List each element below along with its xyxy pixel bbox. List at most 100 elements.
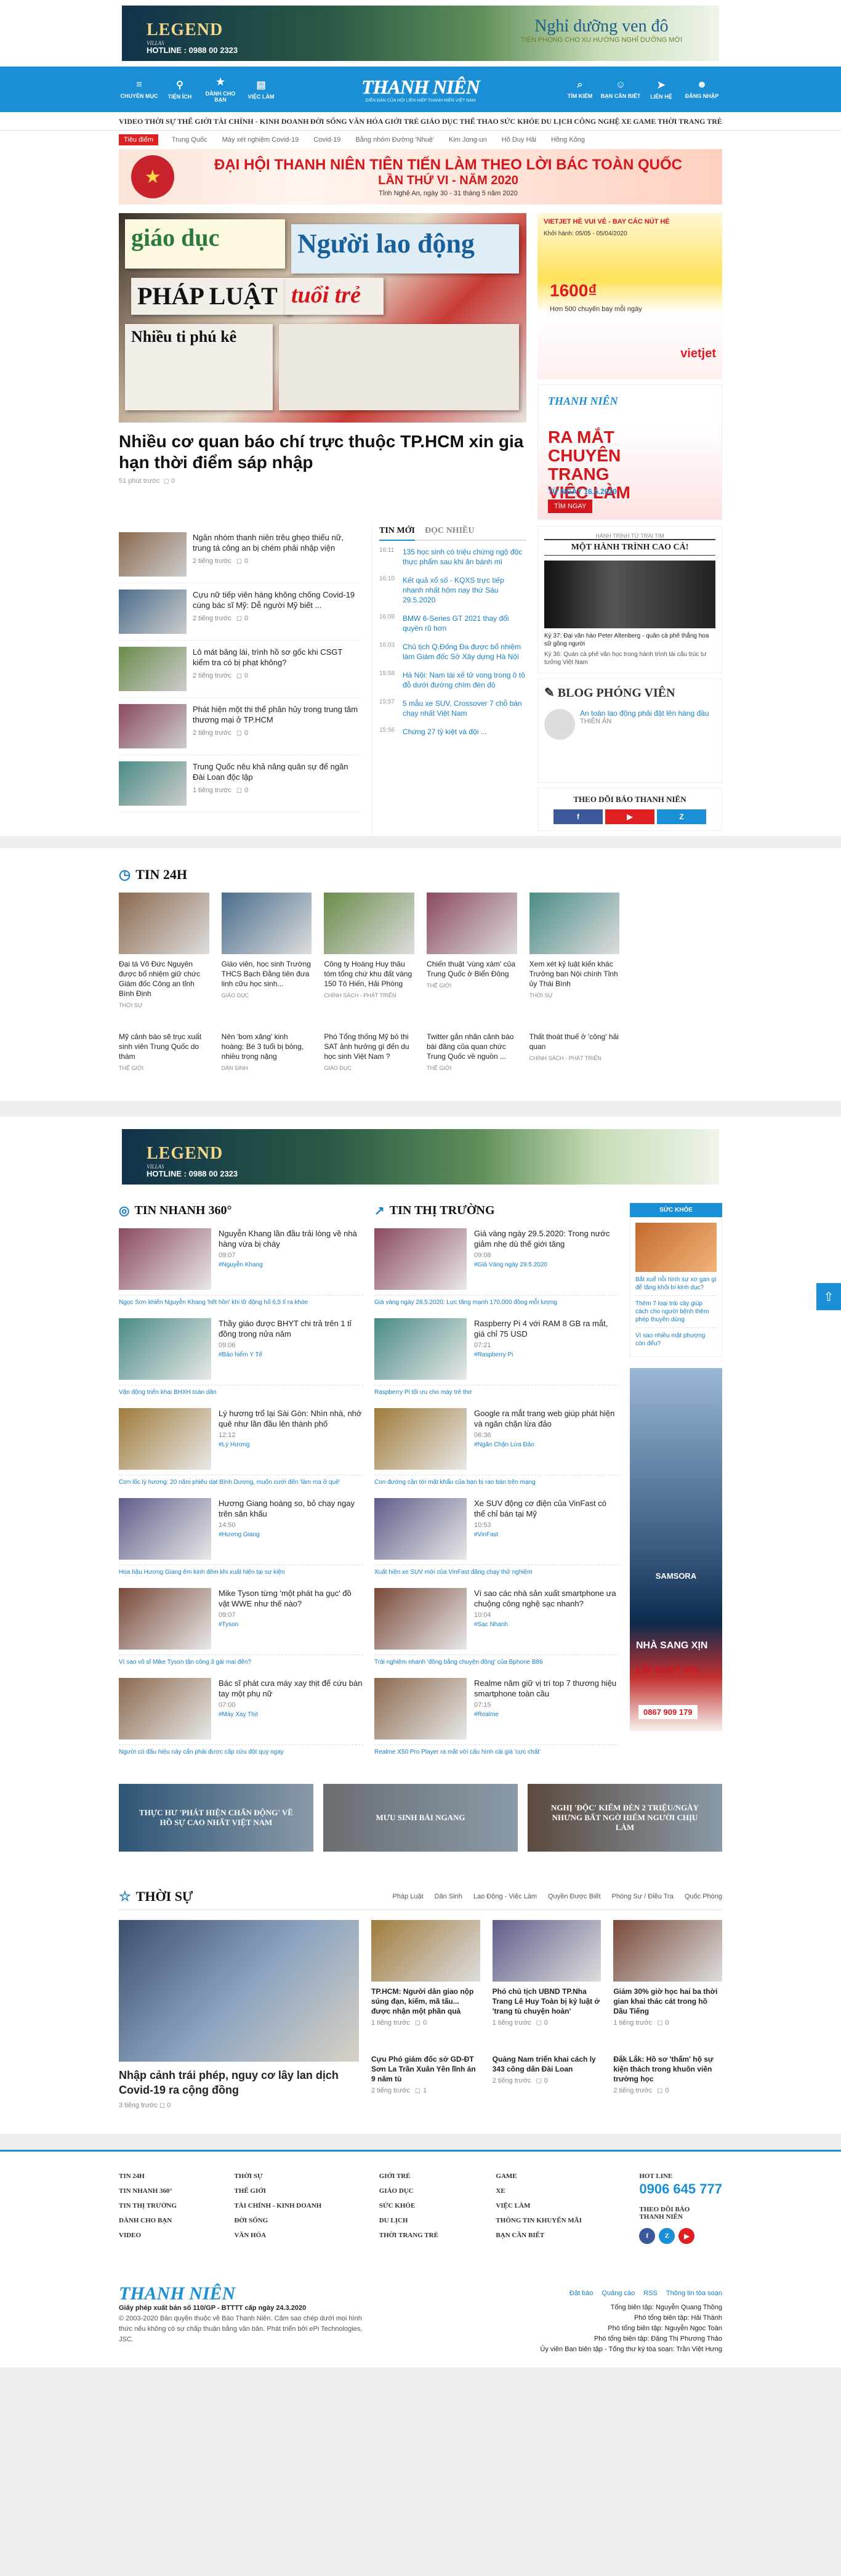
news-card-category[interactable]: THỜI SỰ [529, 992, 620, 998]
news-card-category[interactable]: DÂN SINH [222, 1065, 312, 1071]
footer-link[interactable]: DÀNH CHO BẠN [119, 2217, 177, 2224]
related-link[interactable]: Hoa hậu Hương Giang êm kinh đêm khi xuất… [119, 1565, 363, 1576]
footer-logo[interactable]: THANH NIÊN [119, 2285, 365, 2303]
latest-title[interactable]: 135 học sinh có triệu chứng ngộ độc thực… [403, 547, 526, 567]
news-card[interactable]: Twitter gắn nhãn cảnh báo bài đăng của q… [427, 1032, 517, 1082]
thoisu-card-title[interactable]: Quảng Nam triển khai cách ly 343 công dâ… [493, 2054, 602, 2074]
promo-banner[interactable]: THỰC HƯ 'PHÁT HIỆN CHẤN ĐỘNG' VỀ HỒ SỰ C… [119, 1784, 313, 1852]
tab-most-read[interactable]: ĐỌC NHIỀU [425, 526, 475, 536]
thoisu-link[interactable]: Lao Động - Việc Làm [473, 1893, 537, 1900]
nav-item[interactable]: DU LỊCH [541, 117, 573, 126]
promo-banner[interactable]: NGHỊ 'ĐỘC' KIỂM ĐÈN 2 TRIỆU/NGÀY NHƯNG B… [528, 1784, 722, 1852]
hero-title[interactable]: Nhiều cơ quan báo chí trực thuộc TP.HCM … [119, 431, 526, 473]
thoisu-title[interactable]: THỜI SỰ [136, 1889, 193, 1905]
news-card[interactable]: Xem xét kỷ luật kiến khác Trưởng ban Nội… [529, 893, 620, 1019]
footer-link[interactable]: THÔNG TIN KHUYẾN MÃI [496, 2217, 581, 2224]
news-item-row[interactable]: Raspberry Pi 4 với RAM 8 GB ra mắt, giá … [374, 1318, 619, 1380]
news-item-title[interactable]: Nguyễn Khang lần đầu trải lòng về nhà hà… [219, 1228, 363, 1249]
news-item-row[interactable]: Hương Giang hoàng so, bỏ chạy ngay trên … [119, 1498, 363, 1560]
latest-title[interactable]: Hà Nội: Nam tài xế tử vong trong ô tô đỗ… [403, 670, 526, 690]
footer-link[interactable]: VIDEO [119, 2232, 177, 2239]
news-item-row[interactable]: Lý hương trổ lại Sài Gòn: Nhìn nhà, nhớ … [119, 1408, 363, 1470]
thoisu-card-title[interactable]: TP.HCM: Người dân giao nộp súng đạn, kiế… [371, 1987, 480, 2016]
news-item-title[interactable]: Vì sao các nhà sản xuất smartphone ưa ch… [474, 1588, 619, 1609]
health-header[interactable]: SỨC KHỎE [630, 1203, 722, 1217]
mid-ad[interactable]: LEGEND VILLAS HOTLINE : 0988 00 2323 [0, 1117, 841, 1197]
footer-link[interactable]: TÀI CHÍNH - KINH DOANH [234, 2202, 321, 2209]
footer-link[interactable]: ĐỜI SỐNG [234, 2217, 321, 2224]
news-item-tag[interactable]: #Ngăn Chặn Lừa Đảo [474, 1441, 619, 1448]
journey-link-1[interactable]: Kỳ 37: Đại văn hào Peter Altenberg - quâ… [544, 632, 715, 648]
news-card-category[interactable]: THẾ GIỚI [427, 982, 517, 989]
health-item[interactable]: Thêm 7 loại trái cây giúp cách cho người… [635, 1295, 717, 1324]
news-item-row[interactable]: Nguyễn Khang lần đầu trải lòng về nhà hà… [119, 1228, 363, 1290]
latest-title[interactable]: Chứng 27 tỷ kiệt và đội ... [403, 727, 487, 737]
nav-item[interactable]: GAME [633, 117, 656, 126]
news-item-row[interactable]: Vì sao các nhà sản xuất smartphone ưa ch… [374, 1588, 619, 1650]
footer-link[interactable]: GAME [496, 2173, 581, 2180]
menu-button[interactable]: ≡ CHUYÊN MỤC [119, 79, 159, 99]
footer-bottom-link[interactable]: Thông tin tòa soạn [666, 2288, 722, 2299]
latest-title[interactable]: Kết quả xổ số - KQXS trực tiếp nhanh nhấ… [403, 575, 526, 605]
news-card-category[interactable]: CHÍNH SÁCH - PHÁT TRIỂN [529, 1055, 620, 1061]
latest-title[interactable]: 5 mẫu xe SUV, Crossover 7 chỗ bán chạy n… [403, 699, 526, 718]
news-item-title[interactable]: Google ra mắt trang web giúp phát hiện v… [474, 1408, 619, 1429]
nav-item[interactable]: CÔNG NGHỆ [574, 117, 619, 126]
news-card-title[interactable]: Phó Tổng thống Mỹ bỏ thi SAT ảnh hưởng g… [324, 1032, 414, 1061]
sub-nav-item[interactable]: Trung Quốc [172, 136, 207, 144]
thoisu-link[interactable]: Dân Sinh [435, 1893, 462, 1900]
contact-button[interactable]: ➤ LIÊN HỆ [641, 79, 682, 100]
footer-link[interactable]: GIỚI TRẺ [379, 2173, 438, 2180]
news-card[interactable]: Giáo viên, học sinh Trường THCS Bạch Đằn… [221, 893, 312, 1019]
news-item-row[interactable]: Bác sĩ phát cưa máy xay thịt để cứu bàn … [119, 1678, 363, 1740]
news-item-tag[interactable]: #Nguyễn Khang [219, 1262, 363, 1268]
thoisu-card[interactable]: Đắk Lắk: Hồ sơ 'thẩm' hộ sự kiện thách t… [613, 2054, 722, 2110]
news-card[interactable]: Phó Tổng thống Mỹ bỏ thi SAT ảnh hưởng g… [324, 1032, 414, 1082]
news-card-category[interactable]: THẾ GIỚI [427, 1065, 517, 1071]
news-card-title[interactable]: Nên 'bom xăng' kinh hoàng: Bé 3 tuổi bị … [222, 1032, 312, 1061]
youtube-icon[interactable]: ▶ [605, 809, 654, 824]
news-card-title[interactable]: Chiến thuật 'vùng xám' của Trung Quốc ở … [427, 959, 517, 979]
vietjet-ad[interactable]: VIETJET HÈ VUI VẺ - BAY CÁC NÚT HÈ Khởi … [537, 213, 722, 379]
nav-item[interactable]: TÀI CHÍNH - KINH DOANH [214, 117, 309, 126]
related-link[interactable]: Người có đấu hiệu này cẩn phải được cấp … [119, 1744, 363, 1756]
news-item-title[interactable]: Bác sĩ phát cưa máy xay thịt để cứu bàn … [219, 1678, 363, 1699]
jobs-ad[interactable]: THANH NIÊN RA MẮT CHUYÊN TRANG VIỆC LÀM … [537, 384, 722, 520]
latest-item[interactable]: 16:10 Kết quả xổ số - KQXS trực tiếp nhan… [379, 575, 526, 605]
related-link[interactable]: Trải nghiệm nhanh 'đồng bằng chuyện động… [374, 1655, 619, 1666]
news-item-tag[interactable]: #Tyson [219, 1621, 363, 1628]
top-ad[interactable]: LEGEND VILLAS HOTLINE : 0988 00 2323 Nghỉ… [0, 0, 841, 67]
list-item[interactable]: Cựu nữ tiếp viên hàng không chống Covid-… [119, 583, 360, 641]
list-item[interactable]: Phát hiện một thi thể phân hủy trong tru… [119, 698, 360, 755]
footer-link[interactable]: TIN NHANH 360° [119, 2187, 177, 2195]
sub-nav-item[interactable]: Hồ Duy Hải [502, 136, 536, 144]
list-item[interactable]: Lô mát băng lái, trình hồ sơ gốc khi CSG… [119, 641, 360, 698]
list-item-title[interactable]: Lô mát băng lái, trình hồ sơ gốc khi CSG… [193, 647, 360, 668]
journey-link-2[interactable]: Kỳ 36: Quán cà phê văn học trong hành tr… [544, 650, 715, 666]
news-item-title[interactable]: Mike Tyson từng 'một phát ha gục' đồ vật… [219, 1588, 363, 1609]
health-item[interactable]: Bắt xuể nỗi hình sự xơ gan gì để tăng kh… [635, 1276, 717, 1292]
news-item-row[interactable]: Thầy giáo được BHYT chi trả trên 1 tỉ đồ… [119, 1318, 363, 1380]
sub-nav-item[interactable]: Bằng nhóm Đường 'Nhuệ' [355, 136, 434, 144]
latest-item[interactable]: 15:57 5 mẫu xe SUV, Crossover 7 chỗ bán c… [379, 699, 526, 718]
nav-item[interactable]: THỂ THAO [459, 117, 498, 126]
health-item[interactable]: Vì sao nhiều mặt phượng còn đểu? [635, 1327, 717, 1348]
related-link[interactable]: Con đường cần tới mặt khẩu của bạn bị ra… [374, 1475, 619, 1486]
hero-image[interactable]: giáo dục Người lao động PHÁP LUẬT tuổi t… [119, 213, 526, 423]
nav-item[interactable]: THỜI SỰ [145, 117, 176, 126]
news-card-title[interactable]: Xem xét kỷ luật kiến khác Trưởng ban Nội… [529, 959, 620, 989]
footer-link[interactable]: GIÁO DỤC [379, 2187, 438, 2195]
news-card-category[interactable]: CHÍNH SÁCH - PHÁT TRIỂN [324, 992, 414, 998]
list-item-title[interactable]: Cựu nữ tiếp viên hàng không chống Covid-… [193, 589, 360, 610]
news-item-row[interactable]: Xe SUV động cơ điện của VinFast có thể c… [374, 1498, 619, 1560]
nav-item[interactable]: VĂN HÓA [348, 117, 383, 126]
nav-item[interactable]: XE [621, 117, 632, 126]
news-card[interactable]: Chiến thuật 'vùng xám' của Trung Quốc ở … [427, 893, 517, 1019]
news-item-title[interactable]: Raspberry Pi 4 với RAM 8 GB ra mắt, giá … [474, 1318, 619, 1339]
news-card-title[interactable]: Thất thoát thuế ở 'công' hải quan [529, 1032, 620, 1051]
nav-item[interactable]: VIDEO [119, 117, 143, 126]
thoisu-card-title[interactable]: Giảm 30% giờ học hai ba thời gian khai t… [613, 1987, 722, 2016]
footer-link[interactable]: THẾ GIỚI [234, 2187, 321, 2195]
news-card-title[interactable]: Twitter gắn nhãn cảnh báo bài đăng của q… [427, 1032, 517, 1061]
for-you-button[interactable]: ★ DÀNH CHO BẠN [200, 76, 241, 103]
